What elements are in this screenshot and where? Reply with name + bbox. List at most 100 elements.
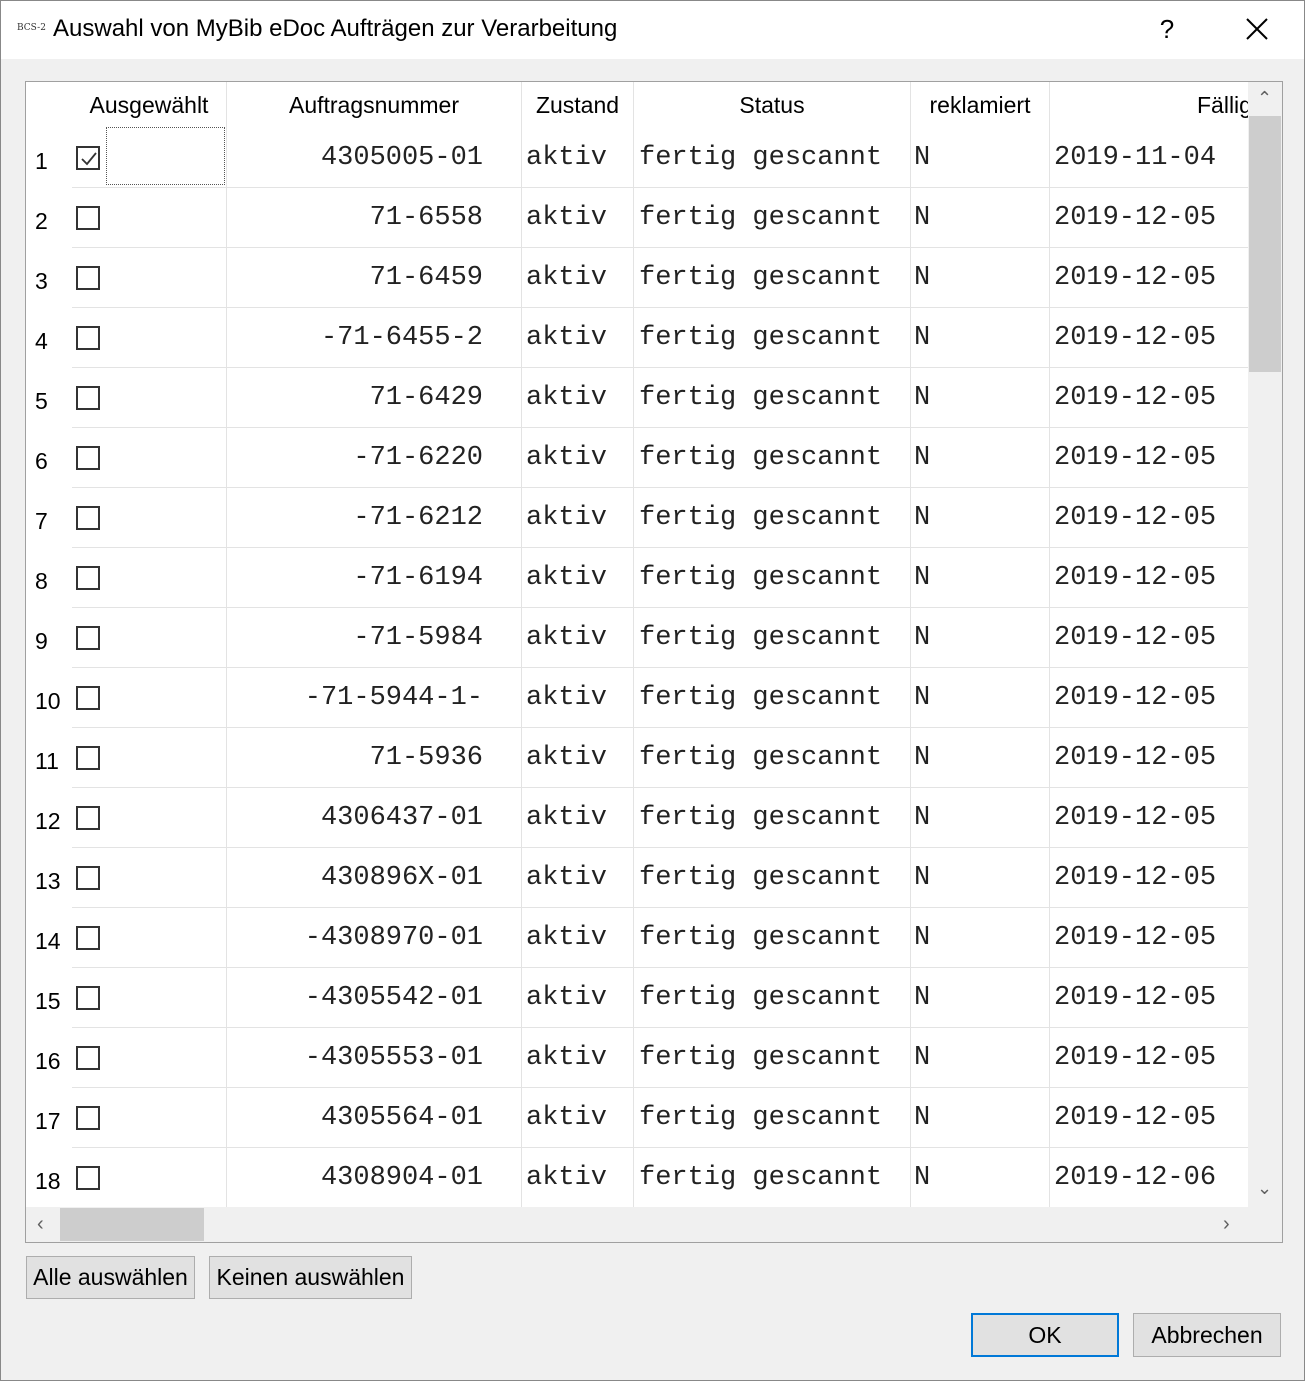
due-date-cell[interactable]: 2019-12-05 — [1050, 548, 1248, 608]
selected-cell[interactable] — [72, 368, 227, 428]
table-row[interactable]: 15 -4305542-01 aktiv fertig gescannt N 2019-1… — [26, 968, 1248, 1028]
header-status[interactable]: Status — [634, 82, 911, 128]
state-cell[interactable]: aktiv — [522, 368, 634, 428]
status-cell[interactable]: fertig gescannt — [634, 668, 911, 728]
status-cell[interactable]: fertig gescannt — [634, 1028, 911, 1088]
selected-cell[interactable] — [72, 788, 227, 848]
due-date-cell[interactable]: 2019-12-05 — [1050, 1028, 1248, 1088]
table-row[interactable]: 8 -71-6194 aktiv fertig gescannt N 2019-12-05 — [26, 548, 1248, 608]
table-row[interactable]: 5 71-6429 aktiv fertig gescannt N 2019-12-05 — [26, 368, 1248, 428]
status-cell[interactable]: fertig gescannt — [634, 308, 911, 368]
state-cell[interactable]: aktiv — [522, 908, 634, 968]
selected-cell[interactable] — [72, 308, 227, 368]
select-checkbox[interactable] — [76, 686, 100, 710]
select-all-button[interactable]: Alle auswählen — [26, 1256, 195, 1299]
select-checkbox[interactable] — [76, 1046, 100, 1070]
vertical-scrollbar[interactable]: ⌃ ⌄ — [1248, 82, 1282, 1207]
status-cell[interactable]: fertig gescannt — [634, 1148, 911, 1207]
select-checkbox[interactable] — [76, 566, 100, 590]
state-cell[interactable]: aktiv — [522, 728, 634, 788]
scroll-left-icon[interactable]: ‹ — [37, 1213, 44, 1236]
selected-cell[interactable] — [72, 428, 227, 488]
claimed-cell[interactable]: N — [911, 728, 1050, 788]
table-row[interactable]: 18 4308904-01 aktiv fertig gescannt N 2019-12… — [26, 1148, 1248, 1207]
horizontal-scroll-thumb[interactable] — [60, 1208, 204, 1241]
status-cell[interactable]: fertig gescannt — [634, 128, 911, 188]
claimed-cell[interactable]: N — [911, 668, 1050, 728]
select-checkbox[interactable] — [76, 326, 100, 350]
close-button[interactable] — [1235, 7, 1279, 51]
order-number-cell[interactable]: 4305564-01 — [227, 1088, 522, 1148]
order-number-cell[interactable]: 71-5936 — [227, 728, 522, 788]
table-row[interactable]: 9 -71-5984 aktiv fertig gescannt N 2019-12-05 — [26, 608, 1248, 668]
due-date-cell[interactable]: 2019-12-05 — [1050, 248, 1248, 308]
claimed-cell[interactable]: N — [911, 368, 1050, 428]
order-number-cell[interactable]: -71-6212 — [227, 488, 522, 548]
claimed-cell[interactable]: N — [911, 848, 1050, 908]
ok-button[interactable]: OK — [971, 1313, 1119, 1357]
scroll-right-icon[interactable]: › — [1223, 1213, 1230, 1236]
due-date-cell[interactable]: 2019-12-05 — [1050, 1088, 1248, 1148]
select-checkbox[interactable] — [76, 146, 100, 170]
order-number-cell[interactable]: 71-6459 — [227, 248, 522, 308]
select-none-button[interactable]: Keinen auswählen — [209, 1256, 412, 1299]
claimed-cell[interactable]: N — [911, 548, 1050, 608]
selected-cell[interactable] — [72, 908, 227, 968]
order-number-cell[interactable]: -4308970-01 — [227, 908, 522, 968]
table-row[interactable]: 11 71-5936 aktiv fertig gescannt N 2019-12-05 — [26, 728, 1248, 788]
state-cell[interactable]: aktiv — [522, 1028, 634, 1088]
due-date-cell[interactable]: 2019-12-05 — [1050, 728, 1248, 788]
selected-cell[interactable] — [72, 608, 227, 668]
selected-cell[interactable] — [72, 848, 227, 908]
select-checkbox[interactable] — [76, 986, 100, 1010]
due-date-cell[interactable]: 2019-12-05 — [1050, 848, 1248, 908]
due-date-cell[interactable]: 2019-12-05 — [1050, 488, 1248, 548]
due-date-cell[interactable]: 2019-12-05 — [1050, 368, 1248, 428]
state-cell[interactable]: aktiv — [522, 128, 634, 188]
state-cell[interactable]: aktiv — [522, 1088, 634, 1148]
select-checkbox[interactable] — [76, 866, 100, 890]
claimed-cell[interactable]: N — [911, 428, 1050, 488]
status-cell[interactable]: fertig gescannt — [634, 428, 911, 488]
order-number-cell[interactable]: -71-6220 — [227, 428, 522, 488]
selected-cell[interactable] — [72, 728, 227, 788]
select-checkbox[interactable] — [76, 806, 100, 830]
table-row[interactable]: 3 71-6459 aktiv fertig gescannt N 2019-12-05 — [26, 248, 1248, 308]
select-checkbox[interactable] — [76, 446, 100, 470]
status-cell[interactable]: fertig gescannt — [634, 608, 911, 668]
selected-cell[interactable] — [72, 1028, 227, 1088]
state-cell[interactable]: aktiv — [522, 608, 634, 668]
state-cell[interactable]: aktiv — [522, 428, 634, 488]
status-cell[interactable]: fertig gescannt — [634, 788, 911, 848]
claimed-cell[interactable]: N — [911, 788, 1050, 848]
due-date-cell[interactable]: 2019-12-05 — [1050, 968, 1248, 1028]
claimed-cell[interactable]: N — [911, 488, 1050, 548]
selected-cell[interactable] — [72, 248, 227, 308]
select-checkbox[interactable] — [76, 266, 100, 290]
claimed-cell[interactable]: N — [911, 248, 1050, 308]
order-number-cell[interactable]: -4305542-01 — [227, 968, 522, 1028]
help-button[interactable]: ? — [1149, 7, 1185, 51]
header-order-number[interactable]: Auftragsnummer — [227, 82, 522, 128]
due-date-cell[interactable]: 2019-12-05 — [1050, 428, 1248, 488]
table-row[interactable]: 16 -4305553-01 aktiv fertig gescannt N 2019-1… — [26, 1028, 1248, 1088]
table-row[interactable]: 4 -71-6455-2 aktiv fertig gescannt N 2019-12-… — [26, 308, 1248, 368]
scroll-down-icon[interactable]: ⌄ — [1257, 1178, 1272, 1199]
state-cell[interactable]: aktiv — [522, 848, 634, 908]
select-checkbox[interactable] — [76, 746, 100, 770]
due-date-cell[interactable]: 2019-12-05 — [1050, 608, 1248, 668]
table-row[interactable]: 6 -71-6220 aktiv fertig gescannt N 2019-12-05 — [26, 428, 1248, 488]
state-cell[interactable]: aktiv — [522, 1148, 634, 1207]
state-cell[interactable]: aktiv — [522, 188, 634, 248]
select-checkbox[interactable] — [76, 1106, 100, 1130]
order-number-cell[interactable]: 430896X-01 — [227, 848, 522, 908]
order-number-cell[interactable]: 4305005-01 — [227, 128, 522, 188]
order-number-cell[interactable]: -71-6455-2 — [227, 308, 522, 368]
order-number-cell[interactable]: 4308904-01 — [227, 1148, 522, 1207]
due-date-cell[interactable]: 2019-12-05 — [1050, 788, 1248, 848]
select-checkbox[interactable] — [76, 926, 100, 950]
vertical-scroll-thumb[interactable] — [1249, 116, 1281, 372]
header-selected[interactable]: Ausgewählt — [72, 82, 227, 128]
select-checkbox[interactable] — [76, 1166, 100, 1190]
state-cell[interactable]: aktiv — [522, 668, 634, 728]
